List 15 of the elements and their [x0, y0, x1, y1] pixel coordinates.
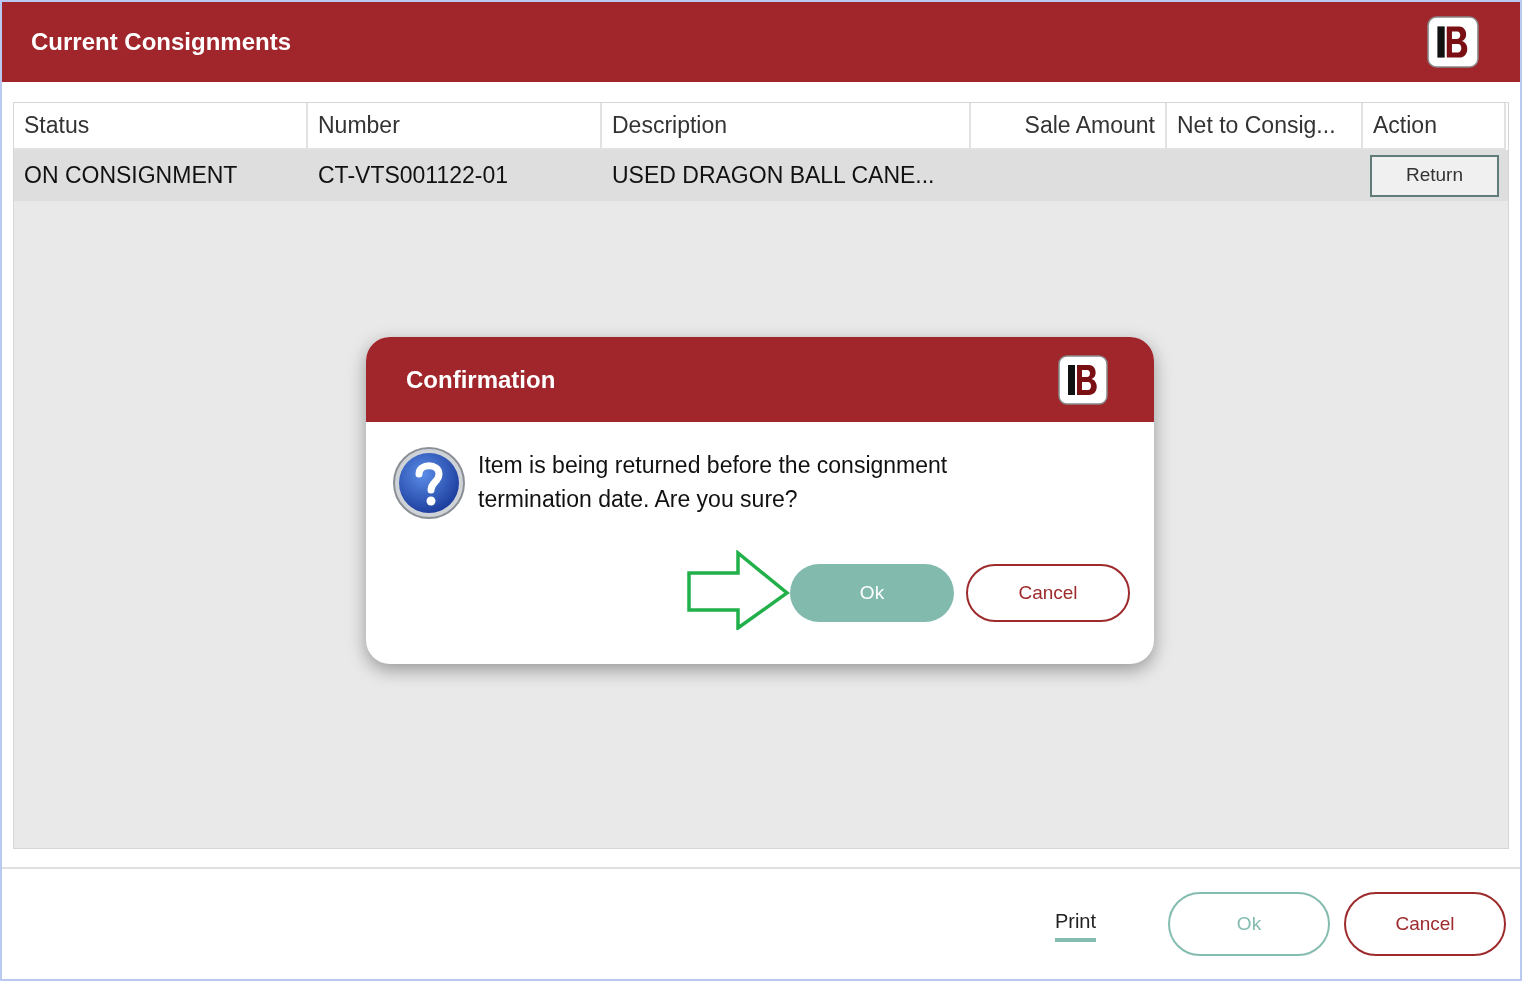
arrow-pointer-icon [686, 550, 790, 630]
print-link[interactable]: Print [1054, 906, 1096, 942]
table-cell: ON CONSIGNMENT [24, 162, 238, 189]
cancel-button[interactable]: Cancel [1344, 892, 1506, 956]
table-cell: USED DRAGON BALL CANE... [612, 162, 935, 189]
table-cell: CT-VTS001122-01 [318, 162, 509, 189]
window-title: Current Consignments [31, 27, 291, 57]
cancel-button[interactable]: Cancel [966, 564, 1130, 622]
return-button[interactable]: Return [1370, 154, 1499, 197]
dialog-message: Item is being returned before the consignment termination date. Are you sure? [478, 451, 949, 514]
table-row[interactable]: ON CONSIGNMENT CT-VTS001122-01 USED DRAGON BALL CANE... Return [14, 150, 1508, 201]
dialog-title: Confirmation [406, 364, 556, 395]
question-icon [392, 446, 466, 520]
logo-icon [1427, 16, 1479, 68]
logo-icon [1058, 354, 1108, 405]
